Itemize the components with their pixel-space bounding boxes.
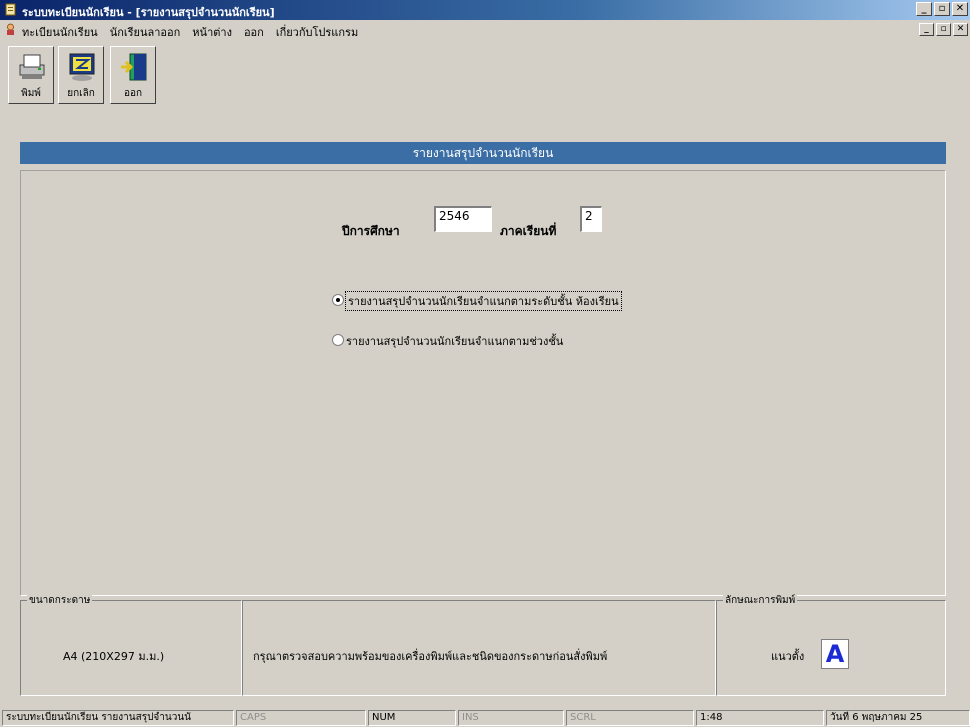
year-input[interactable]: 2546 (434, 206, 492, 232)
portrait-icon[interactable]: A (821, 639, 849, 669)
print-note-text: กรุณาตรวจสอบความพร้อมของเครื่องพิมพ์และช… (253, 650, 608, 663)
print-button[interactable]: พิมพ์ (8, 46, 54, 104)
mdi-close-icon[interactable]: ✕ (953, 23, 968, 36)
status-bar: ระบบทะเบียนนักเรียน รายงานสรุปจำนวนนั CA… (0, 708, 970, 727)
report-by-range-label[interactable]: รายงานสรุปจำนวนนักเรียนจำแนกตามช่วงชั้น (346, 332, 563, 350)
paper-size-title: ขนาดกระดาษ (27, 593, 93, 608)
status-scrl: SCRL (566, 710, 694, 726)
orientation-value: แนวตั้ง (771, 650, 805, 663)
status-text: ระบบทะเบียนนักเรียน รายงานสรุปจำนวนนั (2, 710, 234, 726)
status-caps: CAPS (236, 710, 366, 726)
year-label: ปีการศึกษา (342, 224, 400, 238)
printer-icon (19, 54, 45, 79)
menu-item-window[interactable]: หน้าต่าง (192, 23, 232, 41)
mdi-restore-icon[interactable]: ▫ (936, 23, 951, 36)
report-by-level-label[interactable]: รายงานสรุปจำนวนนักเรียนจำแนกตามระดับชั้น… (345, 291, 622, 311)
minimize-icon[interactable]: _ (916, 2, 932, 16)
status-date: วันที่ 6 พฤษภาคม 25 (826, 710, 970, 726)
print-note-group: กรุณาตรวจสอบความพร้อมของเครื่องพิมพ์และช… (242, 600, 716, 696)
mdi-minimize-icon[interactable]: _ (919, 23, 934, 36)
menu-item-resigned[interactable]: นักเรียนลาออก (110, 23, 181, 41)
status-time: 1:48 (696, 710, 824, 726)
menu-item-exit[interactable]: ออก (244, 23, 264, 41)
menu-item-about[interactable]: เกี่ยวกับโปรแกรม (276, 23, 358, 41)
report-by-level-radio[interactable] (332, 294, 344, 306)
exit-door-icon (121, 53, 147, 81)
exit-label: ออก (123, 88, 143, 99)
monitor-icon (69, 53, 95, 81)
cancel-button[interactable]: ยกเลิก (58, 46, 104, 104)
report-options-panel (20, 170, 946, 596)
term-label: ภาคเรียนที่ (500, 224, 557, 238)
menu-item-registration[interactable]: ทะเบียนนักเรียน (22, 23, 98, 41)
print-label: พิมพ์ (21, 88, 41, 99)
menu-bar: ทะเบียนนักเรียน นักเรียนลาออก หน้าต่าง อ… (0, 20, 970, 40)
toolbar: พิมพ์ ยกเลิก ออก (0, 40, 970, 136)
cancel-label: ยกเลิก (67, 88, 95, 99)
window-title: ระบบทะเบียนนักเรียน - [รายงานสรุปจำนวนนั… (22, 6, 275, 19)
title-bar[interactable]: ระบบทะเบียนนักเรียน - [รายงานสรุปจำนวนนั… (0, 0, 970, 20)
paper-size-value: A4 (210X297 ม.ม.) (63, 650, 165, 663)
status-num: NUM (368, 710, 456, 726)
document-icon[interactable] (4, 23, 17, 36)
close-icon[interactable]: ✕ (952, 2, 968, 16)
status-ins: INS (458, 710, 564, 726)
report-by-range-radio[interactable] (332, 334, 344, 346)
exit-button[interactable]: ออก (110, 46, 156, 104)
paper-size-group: ขนาดกระดาษ A4 (210X297 ม.ม.) (20, 593, 242, 696)
orientation-group: ลักษณะการพิมพ์ แนวตั้ง A (716, 593, 946, 696)
maximize-icon[interactable]: ▫ (934, 2, 950, 16)
app-icon (5, 3, 16, 16)
term-input[interactable]: 2 (580, 206, 602, 232)
orientation-title: ลักษณะการพิมพ์ (723, 593, 798, 608)
report-header-banner: รายงานสรุปจำนวนนักเรียน (20, 142, 946, 164)
